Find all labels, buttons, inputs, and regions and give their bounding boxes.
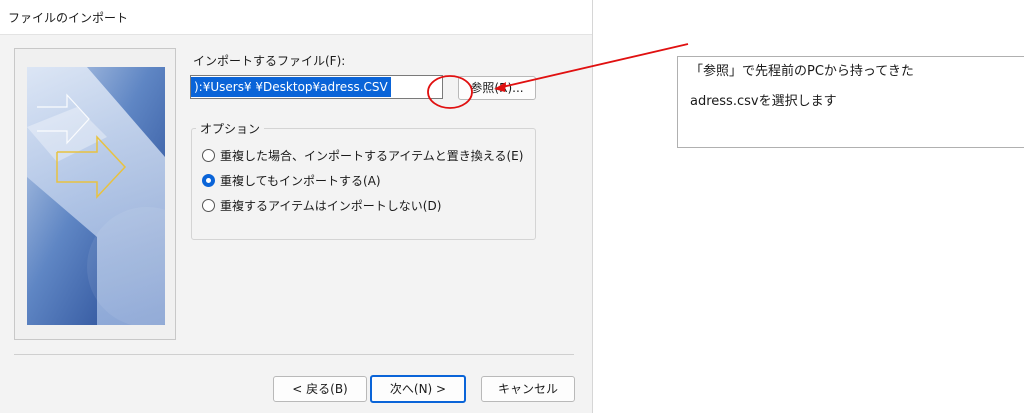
annotation-arrow-line	[497, 43, 689, 89]
annotation-overlay	[427, 43, 689, 109]
highlight-circle-icon	[427, 75, 473, 109]
arrow-head-icon	[494, 82, 506, 92]
